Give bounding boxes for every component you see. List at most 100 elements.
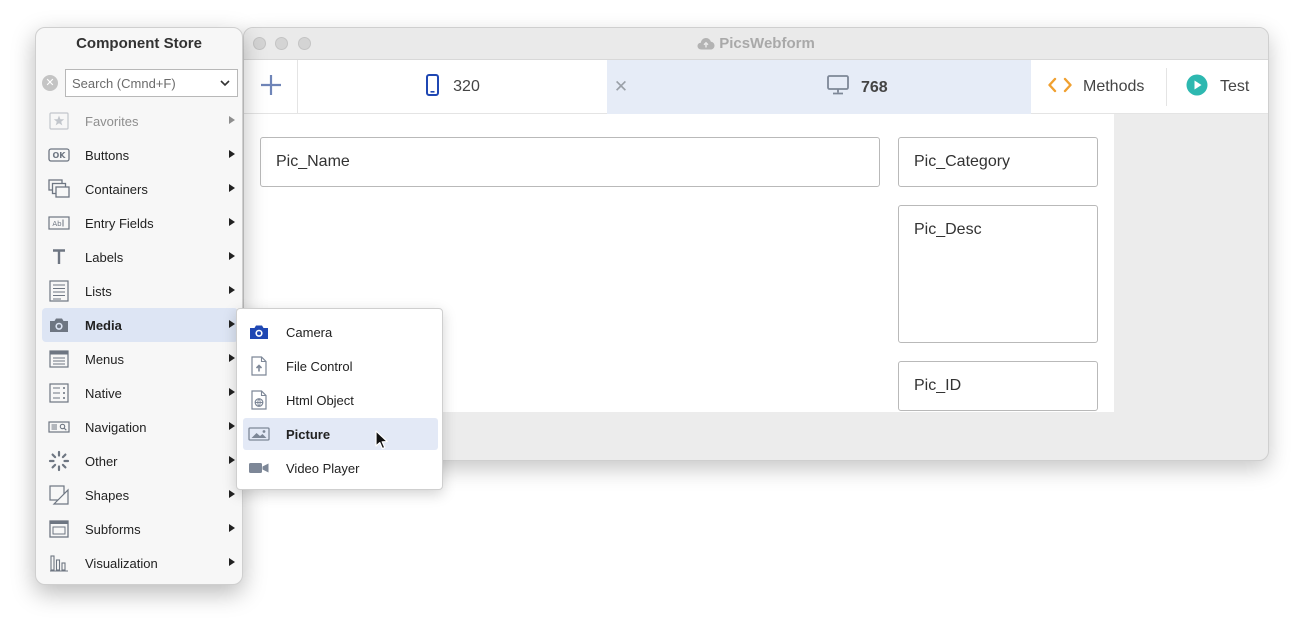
camera-icon [243,324,275,340]
mouse-cursor-icon [375,430,389,455]
palette-item-label: Visualization [85,555,158,571]
palette-item-visualization[interactable]: Visualization [42,546,238,580]
palette-item-label: Containers [85,181,148,197]
palette-item-containers[interactable]: Containers [42,172,238,206]
html-globe-icon [243,390,275,410]
add-button[interactable] [244,60,298,114]
field-pic-id[interactable]: Pic_ID [898,361,1098,411]
submenu-item-camera[interactable]: Camera [243,316,438,348]
submenu-item-picture[interactable]: Picture [243,418,438,450]
palette-item-label: Favorites [85,113,139,129]
stacked-windows-icon [42,179,76,199]
video-camera-icon [243,461,275,475]
palette-item-navigation[interactable]: Navigation [42,410,238,444]
methods-button[interactable]: Methods [1048,60,1144,114]
field-pic-category[interactable]: Pic_Category [898,137,1098,187]
submenu-arrow-icon [229,354,235,362]
window-title: PicsWebform [244,35,1268,52]
component-store-panel: Component Store ✕ Favorites OK Buttons C… [35,27,243,585]
submenu-item-video-player[interactable]: Video Player [243,452,438,484]
submenu-arrow-icon [229,524,235,532]
palette-item-shapes[interactable]: Shapes [42,478,238,512]
svg-text:Ab: Ab [52,220,62,228]
search-input[interactable] [66,70,216,96]
tab-768[interactable]: ✕ 768 [607,60,1031,114]
palette-item-other[interactable]: Other [42,444,238,478]
tab-320[interactable]: 320 [299,60,607,114]
toolbar: 320 ✕ 768 Methods Test [244,60,1268,114]
submenu-arrow-icon [229,116,235,124]
tab-768-label: 768 [861,78,888,96]
submenu-arrow-icon [229,184,235,192]
star-icon [42,112,76,130]
palette-item-favorites[interactable]: Favorites [42,104,238,138]
test-button[interactable]: Test [1186,60,1249,114]
methods-label: Methods [1083,78,1145,95]
submenu-arrow-icon [229,558,235,566]
media-submenu: Camera File Control Html Object Picture … [236,308,443,490]
palette-item-subforms[interactable]: Subforms [42,512,238,546]
palette-item-label: Buttons [85,147,130,163]
submenu-arrow-icon [229,252,235,260]
palette-item-labels[interactable]: Labels [42,240,238,274]
text-t-icon [42,248,76,266]
test-label: Test [1220,78,1250,95]
palette-item-menus[interactable]: Menus [42,342,238,376]
field-pic-desc[interactable]: Pic_Desc [898,205,1098,343]
submenu-arrow-icon [229,150,235,158]
submenu-arrow-icon [229,490,235,498]
title-bar: PicsWebform [244,28,1268,60]
picture-icon [243,427,275,441]
shapes-icon [42,485,76,505]
submenu-arrow-icon [229,388,235,396]
list-icon [42,280,76,302]
cloud-icon [697,35,719,52]
submenu-item-label: Video Player [286,460,360,476]
native-list-icon [42,383,76,403]
palette-item-native[interactable]: Native [42,376,238,410]
toolbar-divider [1166,68,1167,106]
subform-icon [42,520,76,538]
search-box[interactable] [65,69,238,97]
submenu-arrow-icon [229,320,235,328]
palette-item-label: Entry Fields [85,215,154,231]
palette-item-media[interactable]: Media [42,308,238,342]
submenu-arrow-icon [229,456,235,464]
bar-chart-icon [42,554,76,572]
search-box-icon [42,421,76,433]
palette-item-buttons[interactable]: OK Buttons [42,138,238,172]
field-pic-name[interactable]: Pic_Name [260,137,880,187]
play-circle-icon [1186,74,1208,101]
submenu-item-label: File Control [286,358,353,374]
text-field-icon: Ab [42,216,76,230]
submenu-item-label: Html Object [286,392,354,408]
mobile-phone-icon [426,73,440,101]
svg-text:OK: OK [53,151,67,160]
palette-item-lists[interactable]: Lists [42,274,238,308]
plus-icon [260,74,282,101]
palette-item-label: Labels [85,249,124,265]
palette-item-entry-fields[interactable]: Ab Entry Fields [42,206,238,240]
submenu-item-label: Picture [286,426,331,442]
palette-item-label: Menus [85,351,125,367]
palette-item-label: Lists [85,283,112,299]
palette-item-label: Navigation [85,419,147,435]
submenu-item-label: Camera [286,324,333,340]
menu-icon [42,350,76,368]
window-title-text: PicsWebform [719,35,815,52]
palette-item-label: Native [85,385,122,401]
clear-search-icon[interactable]: ✕ [42,75,58,91]
chevron-down-icon[interactable] [219,76,231,94]
ok-button-icon: OK [42,148,76,162]
palette-title: Component Store [76,35,202,52]
submenu-arrow-icon [229,218,235,226]
spinner-icon [42,450,76,472]
submenu-item-file-control[interactable]: File Control [243,350,438,382]
palette-item-label: Media [85,317,122,333]
desktop-monitor-icon [827,75,849,100]
palette-item-label: Shapes [85,487,130,503]
palette-item-label: Subforms [85,521,141,537]
submenu-item-html-object[interactable]: Html Object [243,384,438,416]
palette-list: Favorites OK Buttons Containers Ab Entry… [42,104,238,580]
close-icon[interactable]: ✕ [613,77,629,97]
